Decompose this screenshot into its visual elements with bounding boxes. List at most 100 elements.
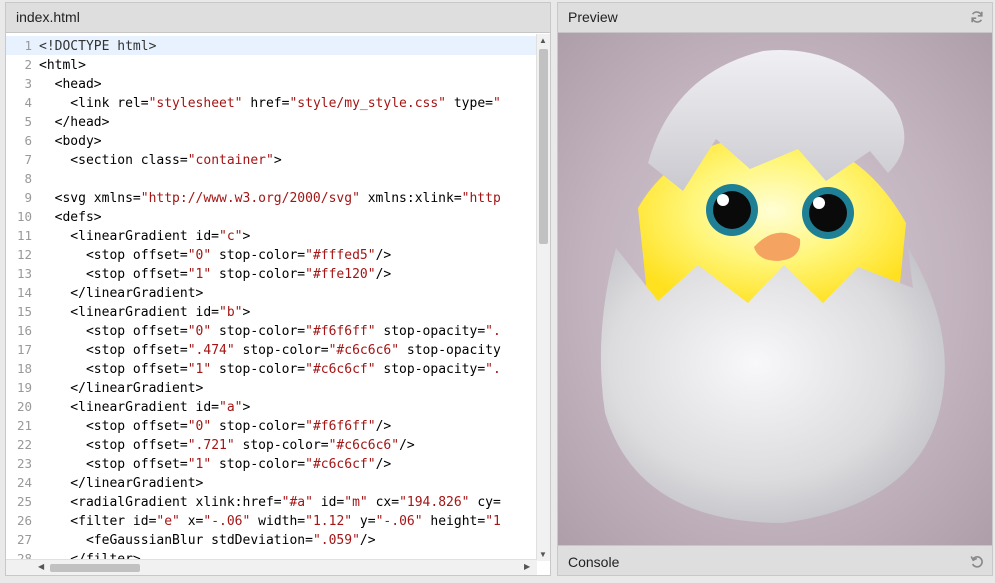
code-token: stop-color=	[211, 362, 306, 377]
code-string: "m"	[344, 495, 368, 510]
code-token: type=	[446, 96, 493, 111]
code-line[interactable]: 12 <stop offset="0" stop-color="#fffed5"…	[6, 245, 537, 264]
console-header[interactable]: Console	[558, 545, 992, 575]
code-token: />	[359, 533, 376, 548]
code-token: stop-color=	[211, 457, 306, 472]
code-token: y=	[352, 514, 376, 529]
code-line[interactable]: 7 <section class="container">	[6, 150, 537, 169]
code-line[interactable]: 13 <stop offset="1" stop-color="#ffe120"…	[6, 264, 537, 283]
code-line[interactable]: 23 <stop offset="1" stop-color="#c6c6cf"…	[6, 454, 537, 473]
horizontal-scroll-thumb[interactable]	[50, 564, 140, 572]
code-token: <section class=	[39, 153, 188, 168]
undo-icon[interactable]	[970, 555, 984, 569]
code-token: id=	[312, 495, 345, 510]
preview-header: Preview	[558, 3, 992, 33]
code-string: ".	[485, 324, 501, 339]
code-token: <stop offset=	[39, 324, 188, 339]
code-area[interactable]: 1 <!DOCTYPE html> 2 <html> 3 <head> 4 <link r…	[6, 34, 537, 561]
horizontal-scrollbar[interactable]: ◀ ▶	[6, 559, 537, 575]
chick-in-egg-illustration	[600, 50, 945, 523]
code-line[interactable]: 5 </head>	[6, 112, 537, 131]
code-token: <stop offset=	[39, 438, 188, 453]
line-number: 22	[16, 437, 32, 452]
code-token: stop-opacity=	[375, 324, 486, 339]
code-token: <stop offset=	[39, 267, 188, 282]
code-line[interactable]: 11 <linearGradient id="c">	[6, 226, 537, 245]
code-line[interactable]: 27 <feGaussianBlur stdDeviation=".059"/>	[6, 530, 537, 549]
code-token: <stop offset=	[39, 457, 188, 472]
code-token: xmlns:xlink=	[359, 191, 462, 206]
code-line[interactable]: 18 <stop offset="1" stop-color="#c6c6cf"…	[6, 359, 537, 378]
code-string: ".474"	[187, 343, 235, 358]
code-line[interactable]: 8	[6, 169, 537, 188]
code-string: "http	[461, 191, 501, 206]
code-line[interactable]: 9 <svg xmlns="http://www.w3.org/2000/svg…	[6, 188, 537, 207]
code-string: "b"	[219, 305, 243, 320]
code-string: "#f6f6ff"	[305, 324, 376, 339]
line-number: 2	[24, 57, 32, 72]
code-line[interactable]: 3 <head>	[6, 74, 537, 93]
preview-title: Preview	[568, 9, 618, 25]
code-token: />	[375, 457, 392, 472]
code-token: <filter id=	[39, 514, 157, 529]
scroll-right-arrow-icon[interactable]: ▶	[524, 562, 530, 571]
code-token: <stop offset=	[39, 248, 188, 263]
scroll-down-arrow-icon[interactable]: ▼	[539, 550, 547, 559]
code-line[interactable]: 21 <stop offset="0" stop-color="#f6f6ff"…	[6, 416, 537, 435]
vertical-scrollbar[interactable]: ▲ ▼	[536, 34, 550, 561]
code-line[interactable]: 16 <stop offset="0" stop-color="#f6f6ff"…	[6, 321, 537, 340]
code-line[interactable]: 19 </linearGradient>	[6, 378, 537, 397]
code-line[interactable]: 15 <linearGradient id="b">	[6, 302, 537, 321]
code-string: "e"	[156, 514, 180, 529]
preview-canvas	[558, 33, 992, 545]
code-string: "	[492, 96, 501, 111]
line-number: 14	[16, 285, 32, 300]
code-token: >	[273, 153, 282, 168]
code-token: <radialGradient xlink:href=	[39, 495, 282, 510]
code-line[interactable]: 17 <stop offset=".474" stop-color="#c6c6…	[6, 340, 537, 359]
code-string: "#a"	[281, 495, 313, 510]
code-string: ".059"	[312, 533, 360, 548]
scroll-left-arrow-icon[interactable]: ◀	[38, 562, 44, 571]
code-token: <!DOCTYPE html>	[39, 39, 157, 54]
code-string: "#c6c6c6"	[328, 343, 400, 358]
code-string: "0"	[187, 248, 212, 263]
code-string: "#fffed5"	[305, 248, 376, 263]
code-line[interactable]: 25 <radialGradient xlink:href="#a" id="m…	[6, 492, 537, 511]
code-string: "194.826"	[399, 495, 470, 510]
line-number: 23	[16, 456, 32, 471]
vertical-scroll-thumb[interactable]	[539, 49, 548, 244]
line-number: 20	[16, 399, 32, 414]
code-line[interactable]: 6 <body>	[6, 131, 537, 150]
code-token: />	[375, 267, 392, 282]
code-line[interactable]: 10 <defs>	[6, 207, 537, 226]
code-token: <stop offset=	[39, 343, 188, 358]
code-line[interactable]: 24 </linearGradient>	[6, 473, 537, 492]
code-string: "1"	[187, 267, 212, 282]
code-line[interactable]: 26 <filter id="e" x="-.06" width="1.12" …	[6, 511, 537, 530]
code-line[interactable]: 4 <link rel="stylesheet" href="style/my_…	[6, 93, 537, 112]
code-line[interactable]: 2 <html>	[6, 55, 537, 74]
code-string: ".721"	[187, 438, 235, 453]
code-line[interactable]: 1 <!DOCTYPE html>	[6, 36, 537, 55]
code-token: <linearGradient id=	[39, 305, 220, 320]
refresh-icon[interactable]	[970, 10, 984, 24]
code-line[interactable]: 14 </linearGradient>	[6, 283, 537, 302]
code-token: height=	[422, 514, 486, 529]
scroll-up-arrow-icon[interactable]: ▲	[539, 36, 547, 45]
code-token: cy=	[469, 495, 501, 510]
code-string: "#c6c6cf"	[305, 457, 376, 472]
line-number: 18	[16, 361, 32, 376]
code-line[interactable]: 22 <stop offset=".721" stop-color="#c6c6…	[6, 435, 537, 454]
code-token: <linearGradient id=	[39, 400, 220, 415]
code-token: stop-color=	[211, 267, 306, 282]
editor-tab[interactable]: index.html	[6, 3, 550, 33]
line-number: 25	[16, 494, 32, 509]
code-token: stop-opacity	[399, 343, 501, 358]
code-line[interactable]: 20 <linearGradient id="a">	[6, 397, 537, 416]
code-token: <body>	[39, 134, 102, 149]
code-string: "#c6c6c6"	[328, 438, 400, 453]
code-token: <svg xmlns=	[39, 191, 141, 206]
code-token: <link rel=	[39, 96, 149, 111]
line-number: 11	[16, 228, 32, 243]
